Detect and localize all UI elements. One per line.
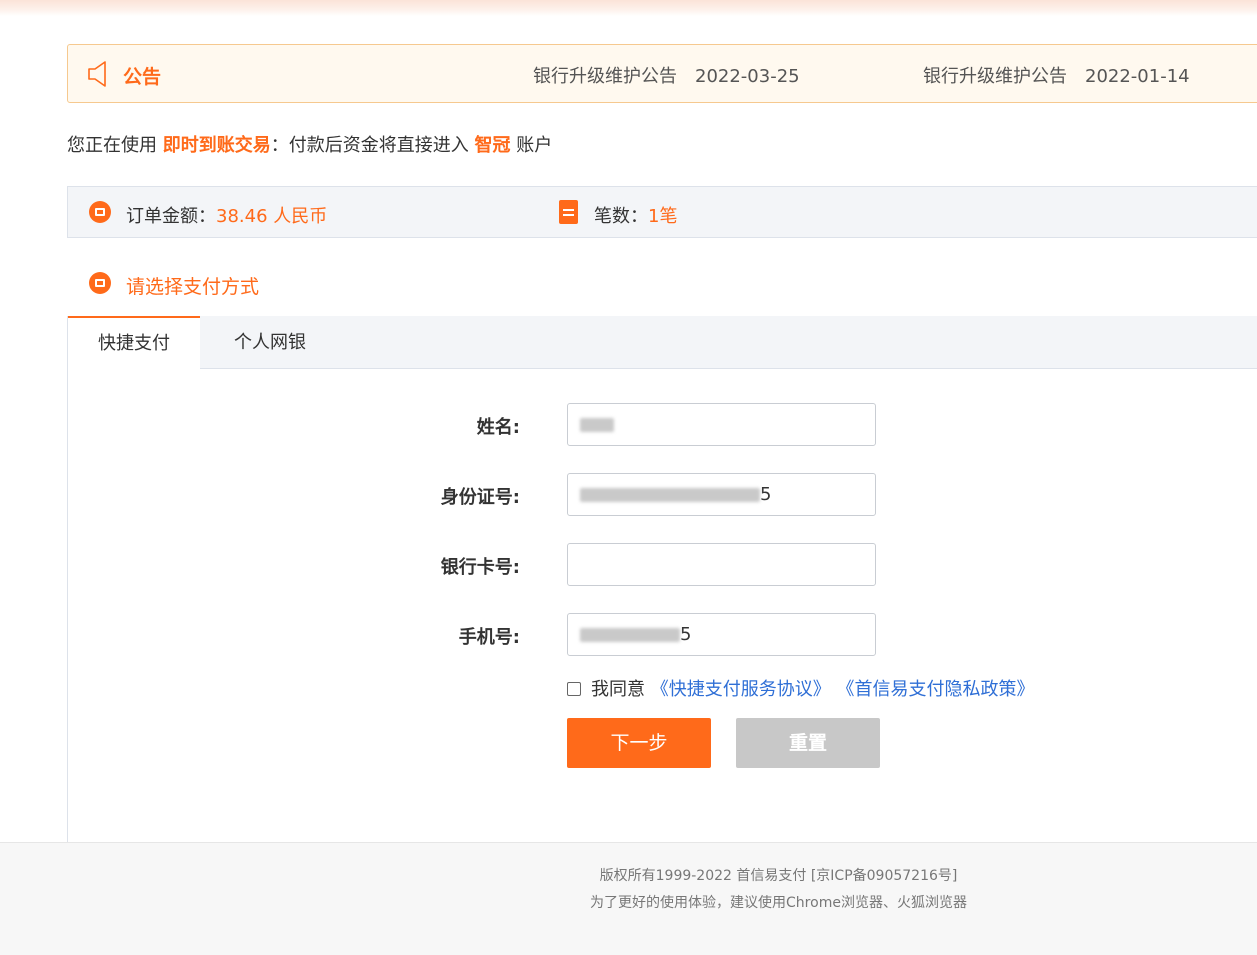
notice-title: 公告 (123, 66, 162, 88)
name-input[interactable] (567, 403, 876, 446)
usage-middle: ：付款后资金将直接进入 (270, 135, 469, 156)
card-label: 银行卡号: (440, 557, 520, 578)
phone-value: 5 (680, 624, 692, 645)
id-number-input[interactable]: 5 (567, 473, 876, 516)
agreement: 我同意 《快捷支付服务协议》 《首信易支付隐私政策》 (567, 675, 1034, 701)
phone-input[interactable]: 5 (567, 613, 876, 656)
order-amount-label: 订单金额： (126, 206, 216, 227)
footer: 版权所有1999-2022 首信易支付 [京ICP备09057216号] 为了更… (0, 842, 1257, 955)
order-count-label: 笔数： (594, 206, 648, 227)
masked-text (580, 418, 614, 432)
masked-text (580, 488, 760, 502)
phone-label: 手机号: (458, 627, 520, 648)
order-count-value: 1笔 (648, 206, 678, 227)
browser-tip: 为了更好的使用体验，建议使用Chrome浏览器、火狐浏览器 (590, 895, 967, 911)
form-row-id: 身份证号: 5 (68, 473, 1257, 517)
transaction-mode: 即时到账交易 (162, 135, 271, 156)
order-count: 笔数：1笔 (594, 202, 677, 228)
document-icon (559, 200, 578, 224)
wallet-icon (89, 201, 111, 223)
wallet-icon (89, 272, 111, 294)
notice-item-date: 2022-01-14 (1085, 66, 1190, 87)
notice-item-text: 银行升级维护公告 (923, 66, 1067, 87)
top-shadow (0, 0, 1257, 16)
copyright-text: 版权所有1999-2022 首信易支付 [京ICP备09057216号] (599, 868, 958, 884)
id-number-value: 5 (760, 484, 772, 505)
form-row-phone: 手机号: 5 (68, 613, 1257, 657)
id-label: 身份证号: (440, 487, 520, 508)
notice-bar: 公告 银行升级维护公告 2022-03-25 银行升级维护公告 2022-01-14 (67, 44, 1257, 103)
order-amount-value: 38.46 人民币 (216, 206, 328, 227)
service-agreement-link[interactable]: 《快捷支付服务协议》 (651, 679, 831, 700)
masked-text (580, 628, 680, 642)
notice-item-text: 银行升级维护公告 (533, 66, 677, 87)
notice-item[interactable]: 银行升级维护公告 2022-03-25 (533, 62, 800, 88)
tab-online-banking[interactable]: 个人网银 (200, 316, 340, 369)
notice-item-date: 2022-03-25 (695, 66, 800, 87)
privacy-policy-link[interactable]: 《首信易支付隐私政策》 (836, 679, 1034, 700)
section-title: 请选择支付方式 (126, 276, 260, 298)
usage-suffix: 账户 (516, 135, 553, 156)
payment-panel: 快捷支付 个人网银 姓名: 身份证号: 5 银行卡号: 手机号: 5 我同意 《… (67, 316, 1257, 842)
merchant-name: 智冠 (474, 135, 511, 156)
form-row-card: 银行卡号: (68, 543, 1257, 587)
name-label: 姓名: (476, 417, 520, 438)
order-amount: 订单金额：38.46 人民币 (126, 202, 327, 228)
agree-checkbox[interactable] (567, 682, 581, 696)
notice-item[interactable]: 银行升级维护公告 2022-01-14 (923, 62, 1190, 88)
reset-button[interactable]: 重置 (736, 718, 880, 768)
order-summary: 订单金额：38.46 人民币 笔数：1笔 (67, 186, 1257, 238)
tab-quick-pay[interactable]: 快捷支付 (68, 316, 200, 370)
usage-info: 您正在使用 即时到账交易：付款后资金将直接进入 智冠 账户 (67, 131, 552, 157)
next-button[interactable]: 下一步 (567, 718, 711, 768)
payment-tabs: 快捷支付 个人网银 (68, 316, 1257, 370)
bank-card-input[interactable] (567, 543, 876, 586)
agree-text: 我同意 (591, 679, 645, 700)
speaker-icon (88, 61, 106, 87)
usage-prefix: 您正在使用 (67, 135, 157, 156)
form-row-name: 姓名: (68, 403, 1257, 447)
